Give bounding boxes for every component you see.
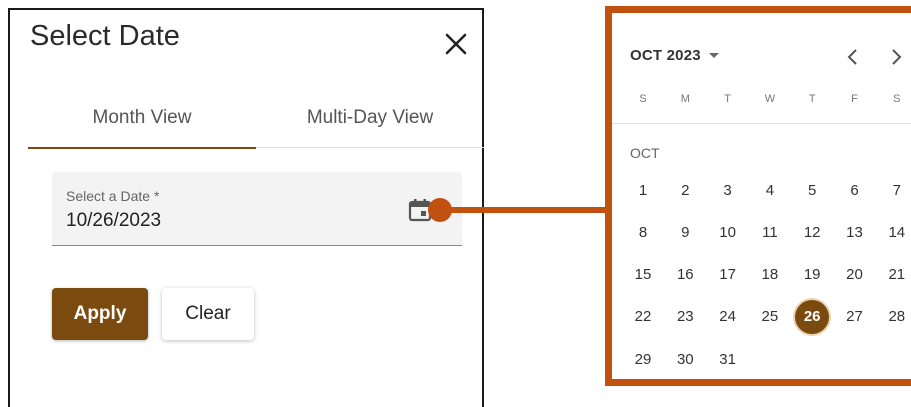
day-cell[interactable]: 18 [753,258,787,292]
day-cell[interactable]: 21 [880,258,911,292]
chevron-right-icon[interactable] [884,45,908,69]
day-grid: 1 2 3 4 5 6 7 8 9 10 11 12 13 14 15 16 17 18 19 20 21 22 23 24 2… [622,173,911,383]
callout-connector-line [440,207,608,213]
day-cell[interactable]: 29 [626,342,660,376]
day-cell[interactable]: 16 [668,258,702,292]
day-cell[interactable]: 2 [668,173,702,207]
month-label: OCT [630,145,660,161]
day-cell[interactable]: 20 [838,258,872,292]
day-cell[interactable]: 28 [880,300,911,334]
day-cell[interactable]: 15 [626,258,660,292]
close-icon[interactable] [442,30,470,58]
day-cell[interactable]: 5 [795,173,829,207]
month-year-label: OCT 2023 [630,47,701,64]
day-cell[interactable]: 30 [668,342,702,376]
day-cell[interactable]: 14 [880,215,911,249]
day-cell[interactable]: 13 [838,215,872,249]
day-cell[interactable]: 27 [838,300,872,334]
apply-button[interactable]: Apply [52,288,148,340]
weekday-label: T [724,93,731,105]
weekday-label: S [639,93,647,105]
day-cell[interactable]: 25 [753,300,787,334]
calendar-popup: OCT 2023 SMTWTFS OCT 1 2 3 4 5 6 7 8 9 10 11 12 13 14… [605,6,911,386]
day-cell[interactable]: 19 [795,258,829,292]
callout-connector-dot [428,198,452,222]
weekday-label: T [808,93,816,105]
day-cell[interactable]: 1 [626,173,660,207]
day-cell[interactable]: 3 [711,173,745,207]
calendar-divider [612,123,911,124]
day-cell[interactable]: 17 [711,258,745,292]
tab-multi-day-view[interactable]: Multi-Day View [256,88,484,148]
day-cell[interactable]: 4 [753,173,787,207]
date-field-value[interactable]: 10/26/2023 [66,210,161,232]
day-cell[interactable]: 7 [880,173,911,207]
weekday-label: W [764,93,776,105]
date-field[interactable]: Select a Date * 10/26/2023 [52,172,462,246]
selected-day[interactable]: 26 [795,299,830,334]
day-cell[interactable]: 11 [753,215,787,249]
day-cell[interactable]: 23 [668,300,702,334]
caret-down-icon [708,53,719,58]
clear-button[interactable]: Clear [162,288,254,340]
weekday-header: SMTWTFS [622,93,911,115]
day-cell[interactable]: 12 [795,215,829,249]
tab-month-view[interactable]: Month View [28,88,256,149]
day-cell[interactable]: 22 [626,300,660,334]
tab-label: Multi-Day View [306,107,434,128]
select-date-dialog: Select Date Month View Multi-Day View Se… [8,8,484,407]
weekday-label: M [680,93,690,105]
day-cell[interactable]: 31 [711,342,745,376]
weekday-label: S [893,93,901,105]
day-cell[interactable]: 6 [838,173,872,207]
day-cell[interactable]: 24 [711,300,745,334]
weekday-label: F [851,93,858,105]
month-year-selector[interactable]: OCT 2023 [630,47,719,64]
chevron-left-icon[interactable] [841,45,865,69]
day-cell[interactable]: 10 [711,215,745,249]
dialog-title: Select Date [30,20,180,52]
view-tabs: Month View Multi-Day View [28,88,484,149]
tab-label: Month View [92,107,192,128]
day-cell[interactable]: 9 [668,215,702,249]
date-field-label: Select a Date * [66,188,160,204]
day-cell[interactable]: 8 [626,215,660,249]
